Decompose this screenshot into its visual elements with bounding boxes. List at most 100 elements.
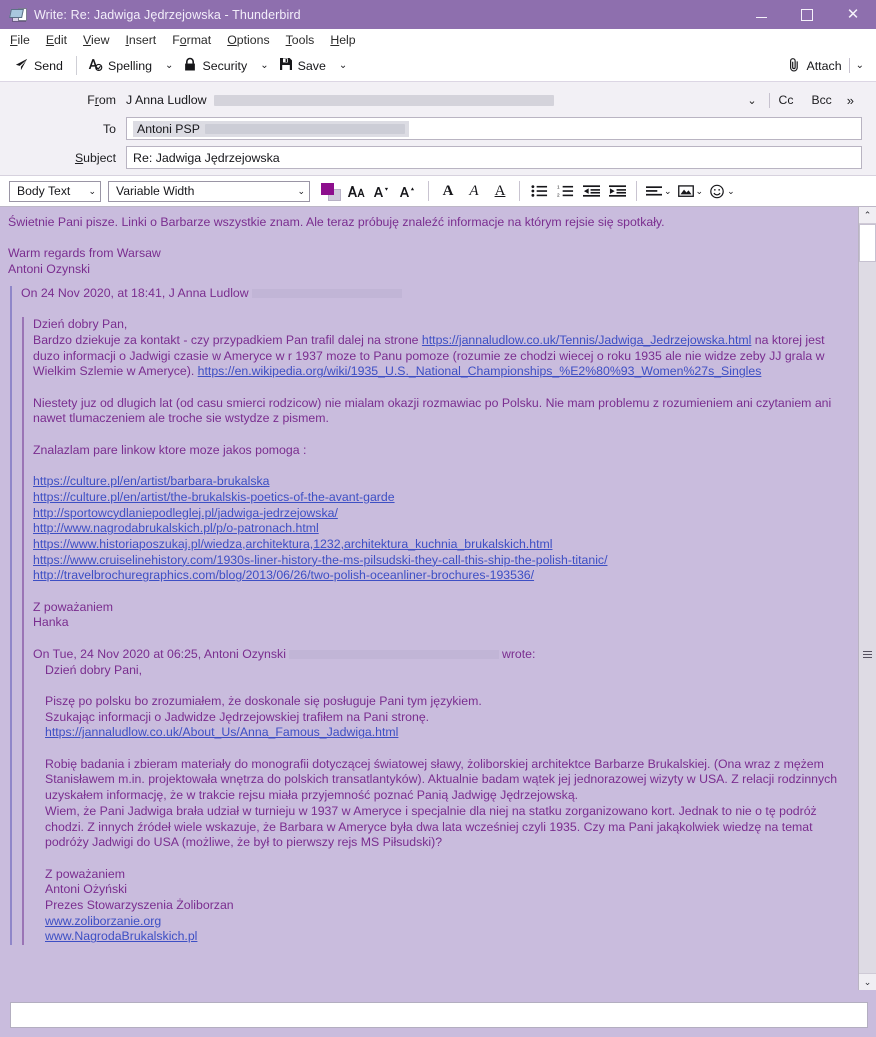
bold-icon[interactable]: A <box>438 180 458 202</box>
save-dropdown[interactable]: ⌄ <box>333 59 353 73</box>
recipient-address-redacted <box>204 123 405 134</box>
signature-line-1: Warm regards from Warsaw <box>8 246 161 261</box>
subject-input[interactable]: Re: Jadwiga Jędrzejowska <box>126 146 862 169</box>
quote-level-2-inner: Dzień dobry Pan, Bardzo dziekuje za kont… <box>22 317 848 946</box>
expand-recipients-icon[interactable]: » <box>841 93 862 108</box>
underline-icon[interactable]: A <box>490 180 510 202</box>
quote2-address-redacted <box>288 650 499 660</box>
scroll-up-button[interactable]: ⌃ <box>859 207 876 224</box>
toolbar-divider <box>75 56 77 75</box>
paragraph-style-select[interactable]: Body Text ⌄ <box>9 180 101 202</box>
bcc-button[interactable]: Bcc <box>802 93 840 107</box>
cc-button[interactable]: Cc <box>770 93 803 107</box>
increase-font-size-icon[interactable] <box>399 180 419 202</box>
text-color-swatch[interactable] <box>321 182 341 201</box>
link-jannaludlow-tennis[interactable]: https://jannaludlow.co.uk/Tennis/Jadwiga… <box>422 333 751 347</box>
from-dropdown-icon[interactable]: ⌄ <box>735 94 768 107</box>
align-icon[interactable]: ⌄ <box>646 180 672 202</box>
quote2-attribution-text: On Tue, 24 Nov 2020 at 06:25, Antoni Ozy… <box>33 646 286 661</box>
q2-paragraph-2: Robię badania i zbieram materiały do mon… <box>45 756 838 803</box>
outdent-icon[interactable] <box>581 180 601 202</box>
link-sportowcy-jadwiga[interactable]: http://sportowcydlaniepodleglej.pl/jadwi… <box>33 506 338 520</box>
attach-dropdown[interactable]: ⌄ <box>850 59 870 73</box>
link-cruiselinehistory-pilsudski[interactable]: https://www.cruiselinehistory.com/1930s-… <box>33 553 608 567</box>
q2-sign-2: Antoni Ożyński <box>45 882 128 897</box>
menu-help[interactable]: Help <box>330 33 355 47</box>
bullet-list-icon[interactable] <box>529 180 549 202</box>
menu-tools[interactable]: Tools <box>286 33 315 47</box>
to-label: To <box>103 121 116 136</box>
insert-image-icon[interactable]: ⌄ <box>677 180 704 202</box>
menu-bar: File Edit View Insert Format Options Too… <box>0 29 876 50</box>
formatting-toolbar: Body Text ⌄ Variable Width ⌄ A A A 1 2 ⌄… <box>0 176 876 207</box>
paperclip-icon <box>787 57 801 75</box>
font-size-icon[interactable] <box>347 180 367 202</box>
link-culture-barbara-brukalska[interactable]: https://culture.pl/en/artist/barbara-bru… <box>33 474 270 488</box>
q2-greeting: Dzień dobry Pani, <box>45 662 143 677</box>
indent-icon[interactable] <box>607 180 627 202</box>
message-editor[interactable]: Świetnie Pani pisze. Linki o Barbarze ws… <box>0 207 858 990</box>
maximize-button[interactable] <box>784 0 830 29</box>
link-jannaludlow-about-us[interactable]: https://jannaludlow.co.uk/About_Us/Anna_… <box>45 725 398 739</box>
signature-line-2: Antoni Ozynski <box>8 262 91 277</box>
main-toolbar: Send Spelling ⌄ Security ⌄ Save ⌄ Attach… <box>0 50 876 82</box>
q1-sign-2: Hanka <box>33 615 69 630</box>
from-controls: ⌄ Cc Bcc » <box>727 92 862 108</box>
q2-sign-3: Prezes Stowarzyszenia Żoliborzan <box>45 898 234 913</box>
menu-insert[interactable]: Insert <box>125 33 156 47</box>
menu-options[interactable]: Options <box>227 33 269 47</box>
link-culture-brukalskis-poetics[interactable]: https://culture.pl/en/artist/the-brukals… <box>33 490 395 504</box>
bottom-bar <box>0 990 876 1037</box>
link-nagrodabrukalskich[interactable]: www.NagrodaBrukalskich.pl <box>45 929 197 943</box>
bottom-input-field[interactable] <box>10 1002 868 1028</box>
menu-format[interactable]: Format <box>172 33 211 47</box>
security-button[interactable]: Security <box>179 55 254 77</box>
quote2-attribution: On Tue, 24 Nov 2020 at 06:25, Antoni Ozy… <box>33 647 848 663</box>
security-dropdown[interactable]: ⌄ <box>254 59 274 73</box>
spelling-dropdown[interactable]: ⌄ <box>159 59 179 73</box>
italic-icon[interactable]: A <box>464 180 484 202</box>
to-row: To Antoni PSP <box>0 117 876 140</box>
scrollbar-track[interactable] <box>859 262 876 973</box>
link-wikipedia-1935-us-championships[interactable]: https://en.wikipedia.org/wiki/1935_U.S._… <box>198 364 762 378</box>
chevron-down-icon: ⌄ <box>727 185 735 196</box>
scrollbar-thumb[interactable] <box>859 224 876 262</box>
from-value-wrap[interactable]: J Anna Ludlow <box>126 93 727 107</box>
window-controls: ✕ <box>738 0 876 29</box>
close-button[interactable]: ✕ <box>830 0 876 29</box>
spelling-button[interactable]: Spelling <box>83 55 159 77</box>
send-icon <box>14 57 29 75</box>
from-identity: J Anna Ludlow <box>126 93 207 107</box>
link-travelbrochuregraphics[interactable]: http://travelbrochuregraphics.com/blog/2… <box>33 568 534 582</box>
svg-text:2: 2 <box>557 192 560 198</box>
attach-button[interactable]: Attach <box>783 55 848 77</box>
to-input[interactable]: Antoni PSP <box>126 117 862 140</box>
from-row: From J Anna Ludlow ⌄ Cc Bcc » <box>0 89 876 111</box>
window-title: Write: Re: Jadwiga Jędrzejowska - Thunde… <box>34 7 301 22</box>
q1-greeting: Dzień dobry Pan, <box>33 317 128 332</box>
emoticon-icon[interactable]: ⌄ <box>709 180 735 202</box>
toolbar-divider <box>428 181 429 201</box>
minimize-button[interactable] <box>738 0 784 29</box>
link-historiaposzukaj-kuchnia[interactable]: https://www.historiaposzukaj.pl/wiedza,a… <box>33 537 552 551</box>
scroll-down-button[interactable]: ⌄ <box>859 973 876 990</box>
send-label: Send <box>34 58 63 73</box>
send-button[interactable]: Send <box>10 55 70 77</box>
link-nagrodabrukalskich-patronach[interactable]: http://www.nagrodabrukalskich.pl/p/o-pat… <box>33 521 319 535</box>
chevron-down-icon: ⌄ <box>695 185 704 196</box>
recipient-pill[interactable]: Antoni PSP <box>133 120 409 137</box>
numbered-list-icon[interactable]: 1 2 <box>555 180 575 202</box>
q1-paragraph-3: Znalazlam pare linkow ktore moze jakos p… <box>33 442 307 457</box>
menu-file[interactable]: File <box>10 33 30 47</box>
quote1-address-redacted <box>251 289 402 299</box>
q2-paragraph-3: Wiem, że Pani Jadwiga brała udział w tur… <box>45 803 817 850</box>
paragraph-style-value: Body Text <box>17 184 71 198</box>
menu-edit[interactable]: Edit <box>46 33 67 47</box>
font-family-select[interactable]: Variable Width ⌄ <box>108 180 310 202</box>
decrease-font-size-icon[interactable] <box>373 180 393 202</box>
menu-view[interactable]: View <box>83 33 109 47</box>
save-button[interactable]: Save <box>275 55 333 76</box>
editor-scrollbar[interactable]: ⌃ ⌄ <box>858 207 876 990</box>
spellcheck-icon <box>87 57 103 75</box>
link-zoliborzanie[interactable]: www.zoliborzanie.org <box>45 914 161 928</box>
